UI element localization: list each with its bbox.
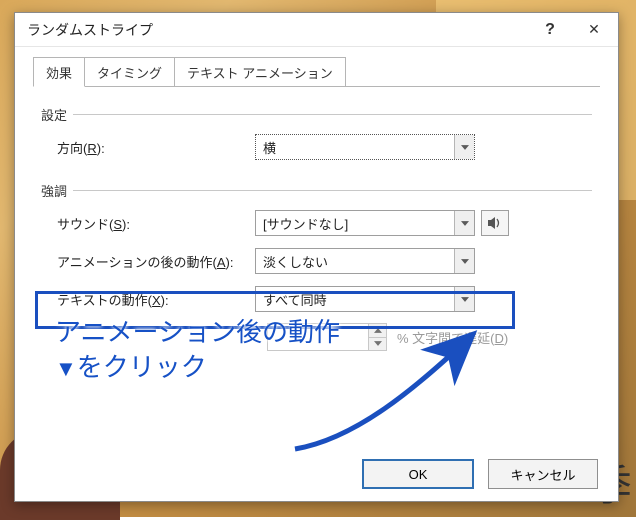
accelerator-key: X [152,293,161,308]
row-text-movement: テキストの動作(X): すべて同時 [45,285,588,313]
spinner-arrows[interactable] [368,324,386,350]
cancel-button[interactable]: キャンセル [488,459,598,489]
label-text: ): [161,293,169,308]
text-movement-label: テキストの動作(X): [45,290,255,309]
label-text: % 文字間で遅延( [397,331,495,346]
after-animation-combobox[interactable]: 淡くしない [255,248,475,274]
dialog-title: ランダムストライプ [27,20,528,40]
speaker-icon [487,216,503,230]
chevron-down-icon[interactable] [369,337,386,351]
delay-spinner[interactable] [267,323,387,351]
direction-combobox[interactable]: 横 [255,134,475,160]
text-movement-combobox[interactable]: すべて同時 [255,286,475,312]
chevron-down-icon[interactable] [454,249,474,273]
groupbox-line [41,114,592,115]
chevron-down-icon[interactable] [454,211,474,235]
sound-label: サウンド(S): [45,214,255,233]
group-settings: 設定 方向(R): 横 [41,107,592,161]
combobox-value: すべて同時 [256,287,454,311]
sound-combobox[interactable]: [サウンドなし] [255,210,475,236]
spinner-value [268,324,368,350]
label-text: ): [225,255,233,270]
help-button[interactable]: ? [528,15,572,45]
row-direction: 方向(R): 横 [45,133,588,161]
dialog-body: 効果 タイミング テキスト アニメーション 設定 方向(R): 横 [15,47,618,447]
chevron-down-icon[interactable] [454,287,474,311]
titlebar: ランダムストライプ ? ✕ [15,13,618,47]
tab-timing[interactable]: タイミング [84,57,175,87]
ok-button[interactable]: OK [362,459,474,489]
tab-text-animation[interactable]: テキスト アニメーション [174,57,346,87]
chevron-down-icon[interactable] [454,135,474,159]
row-sound: サウンド(S): [サウンドなし] [45,209,588,237]
groupbox-line [41,190,592,191]
group-emphasis: 強調 サウンド(S): [サウンドなし] [41,183,592,351]
accelerator-key: D [495,331,504,346]
delay-label: % 文字間で遅延(D) [397,328,508,347]
group-settings-label: 設定 [41,105,73,124]
label-text: アニメーションの後の動作( [57,255,217,270]
row-delay: % 文字間で遅延(D) [45,323,588,351]
label-text: 方向( [57,141,87,156]
accelerator-key: R [87,141,96,156]
label-text: テキストの動作( [57,293,152,308]
accelerator-key: S [113,217,122,232]
sound-preview-button[interactable] [481,210,509,236]
label-text: ) [504,331,508,346]
tab-strip: 効果 タイミング テキスト アニメーション [33,59,600,87]
effect-options-dialog: ランダムストライプ ? ✕ 効果 タイミング テキスト アニメーション 設定 方… [14,12,619,502]
tab-effect[interactable]: 効果 [33,57,85,87]
group-emphasis-label: 強調 [41,181,73,200]
chevron-up-icon[interactable] [369,324,386,337]
after-animation-label: アニメーションの後の動作(A): [45,252,255,271]
row-after-animation: アニメーションの後の動作(A): 淡くしない [45,247,588,275]
combobox-value: 横 [256,135,454,159]
close-button[interactable]: ✕ [572,15,616,45]
combobox-value: 淡くしない [256,249,454,273]
label-text: ): [122,217,130,232]
direction-label: 方向(R): [45,138,255,157]
label-text: サウンド( [57,217,113,232]
combobox-value: [サウンドなし] [256,211,454,235]
dialog-footer: OK キャンセル [15,447,618,501]
tabpage-effect: 設定 方向(R): 横 [33,87,600,381]
label-text: ): [97,141,105,156]
